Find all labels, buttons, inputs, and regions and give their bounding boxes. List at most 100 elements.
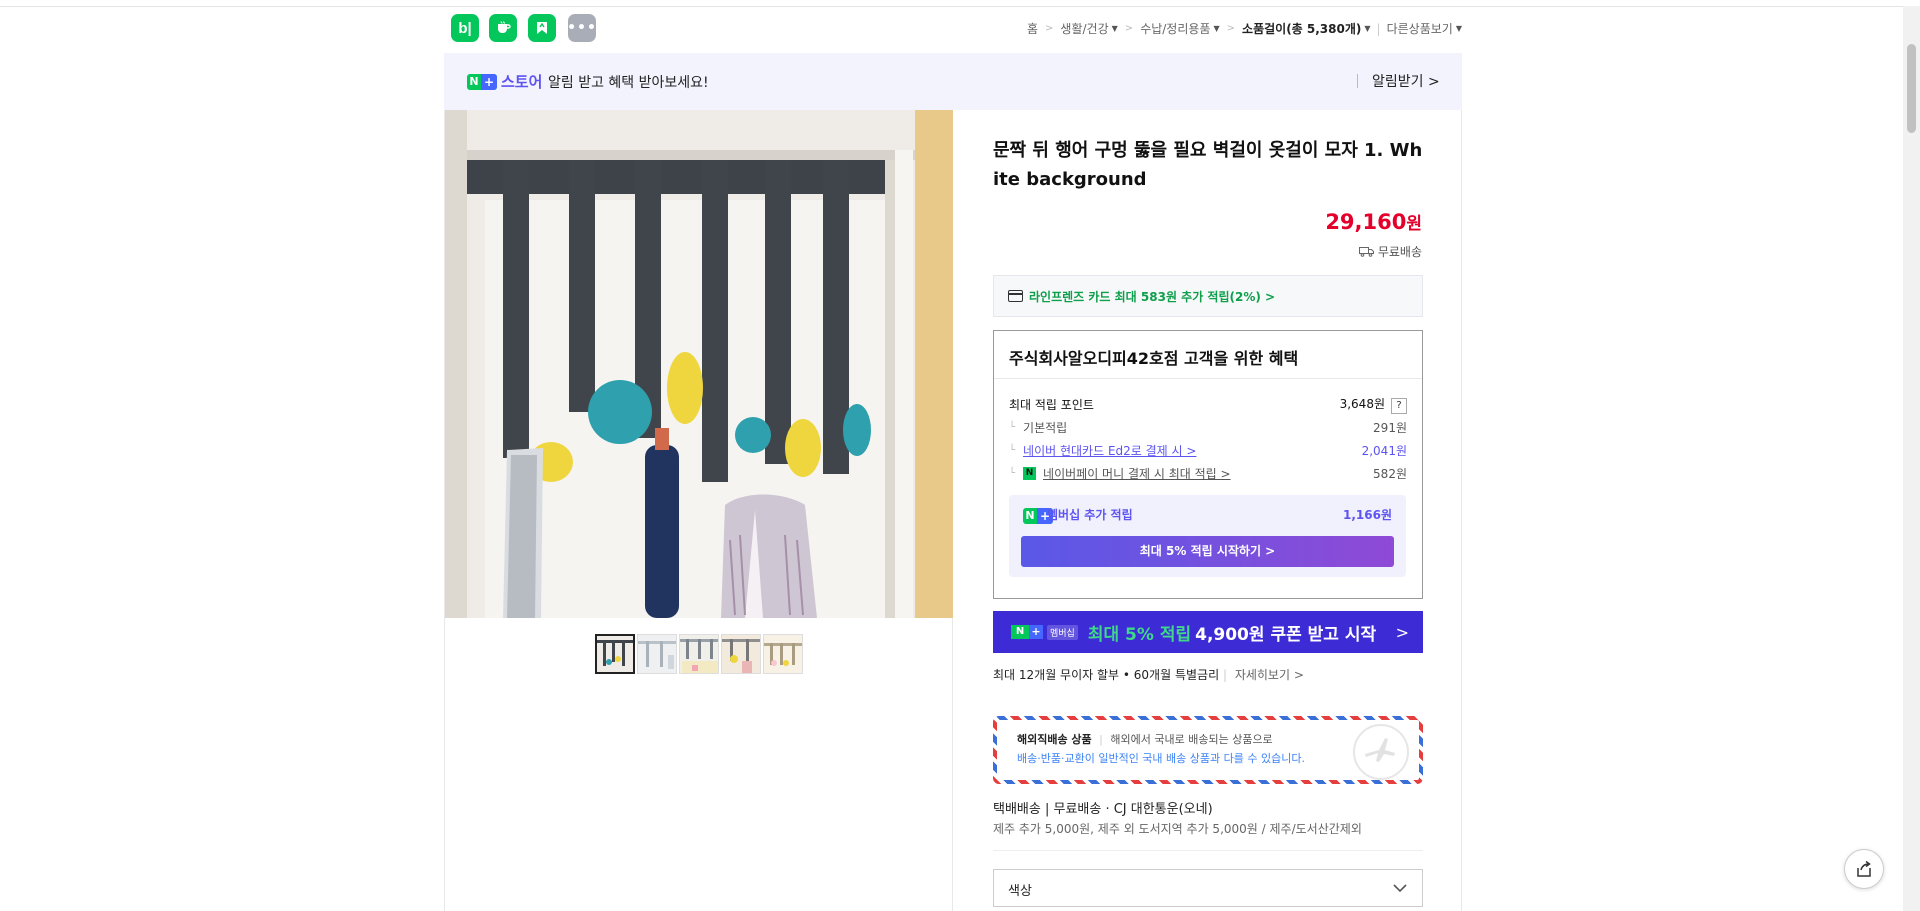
thumbnail-2[interactable] — [637, 634, 677, 674]
max-points-value-wrap: 3,648원? — [1340, 395, 1407, 414]
membership-banner[interactable]: N + 멤버십 최대 5% 적립 4,900원 쿠폰 받고 시작 > — [993, 611, 1423, 653]
store-notice-bar: N + 스토어 알림 받고 혜택 받아보세요! 알림받기 > — [444, 53, 1462, 110]
thumbnail-4[interactable] — [721, 634, 761, 674]
page-scrollbar[interactable] — [1903, 6, 1920, 911]
membership-value: 1,166원 — [1343, 508, 1392, 522]
notice-message: 알림 받고 혜택 받아보세요! — [548, 75, 709, 91]
overseas-shipping-notice: 해외직배송 상품 | 해외에서 국내로 배송되는 상품으로 배송·반품·교환이 … — [993, 716, 1423, 784]
naver-plus-badge: N + — [467, 74, 497, 90]
indent-icon: └ — [1009, 468, 1016, 479]
divider: | — [1376, 21, 1381, 36]
chevron-down-icon[interactable]: ▼ — [1456, 24, 1462, 33]
scrollbar-thumb[interactable] — [1907, 44, 1916, 133]
card-icon — [1008, 290, 1023, 302]
blog-icon[interactable]: b| — [451, 14, 479, 42]
membership-tag: 멤버십 — [1047, 624, 1078, 640]
banner-highlight: 최대 5% 적립 — [1087, 624, 1192, 645]
breadcrumb-separator-icon: > — [1045, 23, 1054, 34]
other-products-link[interactable]: 다른상품보기 — [1387, 20, 1453, 37]
breadcrumb-home[interactable]: 홈 — [1027, 20, 1038, 37]
breadcrumb-category-1[interactable]: 생활/건강 — [1060, 20, 1108, 37]
benefit-row-basic: └ 기본적립 291원 — [1009, 419, 1407, 436]
benefit-row-label-wrap: └ 기본적립 — [1009, 419, 1067, 436]
product-title: 문짝 뒤 행어 구멍 뚫을 필요 벽걸이 옷걸이 모자 1. White bac… — [993, 140, 1423, 190]
divider: | — [1099, 733, 1103, 746]
indent-icon: └ — [1009, 445, 1016, 456]
breadcrumb-category-3[interactable]: 소품걸이(총 5,380개) — [1242, 20, 1361, 37]
store-label: 스토어 — [501, 73, 543, 91]
divider — [1357, 74, 1358, 88]
product-price: 29,160원 — [1325, 209, 1422, 234]
plus-label: + — [1029, 625, 1043, 639]
benefit-row-label-wrap: └ 네이버 현대카드 Ed2로 결제 시 > — [1009, 442, 1196, 459]
membership-label: 멤버십 추가 적립 — [1047, 508, 1133, 522]
naver-n-label: N — [469, 75, 479, 88]
benefit-row-label: 기본적립 — [1023, 421, 1068, 435]
max-points-label: 최대 적립 포인트 — [1009, 398, 1094, 412]
share-icon — [1857, 860, 1871, 877]
thumbnail-5[interactable] — [763, 634, 803, 674]
overseas-desc-1: 해외에서 국내로 배송되는 상품으로 — [1110, 733, 1273, 746]
benefit-card-link[interactable]: 네이버 현대카드 Ed2로 결제 시 > — [1023, 442, 1196, 459]
breadcrumb-separator-icon: > — [1226, 23, 1236, 34]
benefit-row-value: 291원 — [1373, 421, 1407, 435]
breadcrumb-category-2[interactable]: 수납/정리용품 — [1140, 20, 1210, 37]
overseas-desc-2: 배송·반품·교환이 일반적인 국내 배송 상품과 다를 수 있습니다. — [1017, 752, 1305, 765]
divider — [994, 378, 1422, 379]
benefit-row-pay: └ N 네이버페이 머니 결제 시 최대 적립 > 582원 — [1009, 465, 1407, 482]
benefit-row-value: 2,041원 — [1361, 444, 1407, 458]
membership-start-button[interactable]: 최대 5% 적립 시작하기 > — [1021, 536, 1394, 567]
membership-box: N + 멤버십 추가 적립 1,166원 최대 5% 적립 시작하기 > — [1009, 495, 1406, 577]
chevron-down-icon[interactable]: ▼ — [1213, 24, 1219, 33]
max-points-row: 최대 적립 포인트 3,648원? — [1009, 395, 1407, 414]
color-option-select[interactable]: 색상 — [993, 869, 1423, 907]
benefit-row-card: └ 네이버 현대카드 Ed2로 결제 시 > 2,041원 — [1009, 442, 1407, 459]
thumbnail-strip — [595, 634, 803, 674]
benefit-row-label-wrap: └ N 네이버페이 머니 결제 시 최대 적립 > — [1009, 465, 1231, 482]
product-image-panel — [444, 110, 953, 911]
installment-more-link[interactable]: 자세히보기 > — [1235, 668, 1304, 682]
indent-icon: └ — [1009, 422, 1016, 433]
chevron-down-icon[interactable]: ▼ — [1364, 24, 1370, 33]
alarm-button[interactable]: 알림받기 > — [1372, 71, 1440, 91]
cafe-icon[interactable] — [489, 14, 517, 42]
divider — [993, 850, 1423, 851]
help-icon[interactable]: ? — [1391, 398, 1407, 414]
thumbnail-1[interactable] — [595, 634, 635, 674]
page-wrapper: b| ••• 홈 > 생활/건강 ▼ > 수납/정리용품 ▼ > 소품걸이(총 … — [444, 0, 1462, 911]
benefit-box: 주식회사알오디피42호점 고객을 위한 혜택 최대 적립 포인트 3,648원?… — [993, 330, 1423, 599]
share-button[interactable] — [1844, 849, 1884, 889]
overseas-title: 해외직배송 상품 — [1017, 733, 1092, 746]
header: b| ••• 홈 > 생활/건강 ▼ > 수납/정리용품 ▼ > 소품걸이(총 … — [444, 12, 1462, 44]
chevron-down-icon[interactable]: ▼ — [1112, 24, 1118, 33]
more-apps-icon[interactable]: ••• — [567, 14, 596, 42]
naverpay-icon: N — [1023, 467, 1037, 480]
plus-label: + — [481, 74, 497, 90]
breadcrumb: 홈 > 생활/건강 ▼ > 수납/정리용품 ▼ > 소품걸이(총 5,380개)… — [1027, 20, 1462, 37]
naver-n-label: N — [1025, 509, 1035, 522]
overseas-line-1: 해외직배송 상품 | 해외에서 국내로 배송되는 상품으로 — [1017, 731, 1273, 747]
installment-text: 최대 12개월 무이자 할부 • 60개월 특별금리 — [993, 668, 1220, 682]
shipping-label: 무료배송 — [1377, 245, 1422, 259]
chevron-down-icon — [1393, 884, 1407, 893]
truck-icon — [1358, 247, 1374, 257]
max-points-value: 3,648원 — [1339, 397, 1385, 411]
card-offer-text[interactable]: 라인프렌즈 카드 최대 583원 추가 적립(2%) > — [1029, 288, 1275, 305]
bookmark-icon[interactable] — [528, 14, 556, 42]
airplane-stamp-icon — [1353, 724, 1409, 780]
price-value: 29,160 — [1325, 210, 1407, 234]
naver-n-label: N — [1011, 625, 1029, 639]
installment-info: 최대 12개월 무이자 할부 • 60개월 특별금리 | 자세히보기 > — [993, 666, 1304, 683]
chevron-right-icon: > — [1395, 623, 1409, 642]
banner-text: 4,900원 쿠폰 받고 시작 — [1195, 624, 1377, 645]
breadcrumb-separator-icon: > — [1124, 23, 1134, 34]
card-offer-box[interactable]: 라인프렌즈 카드 최대 583원 추가 적립(2%) > — [993, 275, 1423, 317]
product-main-image[interactable] — [445, 110, 953, 618]
benefit-heading: 주식회사알오디피42호점 고객을 위한 혜택 — [1009, 349, 1299, 368]
thumbnail-3[interactable] — [679, 634, 719, 674]
delivery-extra-fee: 제주 추가 5,000원, 제주 외 도서지역 추가 5,000원 / 제주/도… — [993, 822, 1362, 836]
divider: | — [1222, 668, 1227, 682]
benefit-pay-link[interactable]: 네이버페이 머니 결제 시 최대 적립 > — [1043, 465, 1231, 482]
delivery-method: 택배배송 | 무료배송 · CJ 대한통운(오네) — [993, 802, 1213, 817]
benefit-row-value: 582원 — [1373, 467, 1407, 481]
